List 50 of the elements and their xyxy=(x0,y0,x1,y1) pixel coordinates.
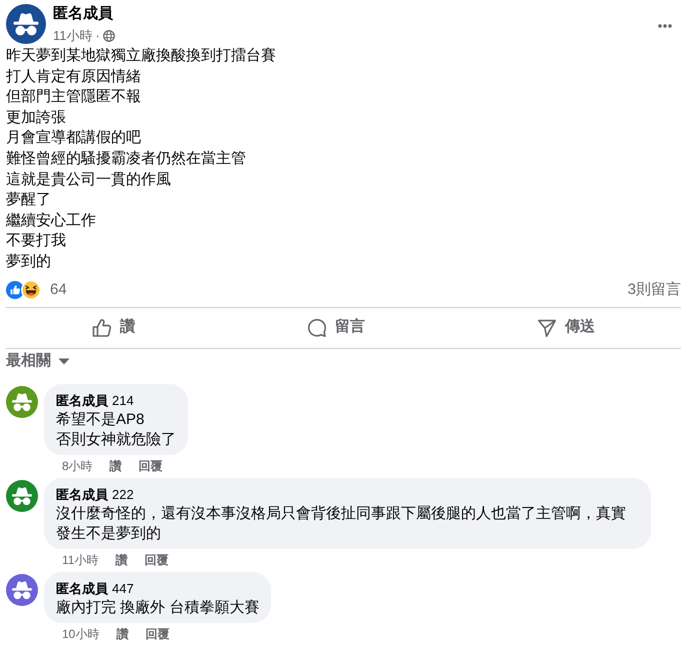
comment-text: 廠內打完 換廠外 台積拳願大賽 xyxy=(56,598,260,618)
avatar-icon[interactable] xyxy=(6,480,38,512)
like-link[interactable]: 讚 xyxy=(110,458,122,474)
comment-text: 否則女神就危險了 xyxy=(56,430,176,450)
comment-time[interactable]: 10小時 xyxy=(62,626,100,642)
like-link[interactable]: 讚 xyxy=(116,626,128,642)
post-text-line: 更加誇張 xyxy=(6,108,66,128)
more-icon xyxy=(658,24,672,28)
post-text-line: 難怪曾經的騷擾霸凌者仍然在當主管 xyxy=(6,148,246,169)
post-text-line: 但部門主管隱匿不報 xyxy=(6,87,141,108)
avatar-icon[interactable] xyxy=(6,386,38,418)
post-text-line: 這就是貴公司一貫的作風 xyxy=(6,170,171,190)
caret-icon xyxy=(58,358,70,366)
member-number: 447 xyxy=(112,580,134,596)
post-text-line: 繼續安心工作 xyxy=(6,210,96,231)
comment-text: 沒什麼奇怪的，還有沒本事沒格局只會背後扯同事跟下屬後腿的人也當了主管啊，真實發生不是夢到的 xyxy=(56,504,627,544)
member-number: 214 xyxy=(112,392,134,408)
like-button[interactable]: 讚 xyxy=(84,310,143,345)
post-time[interactable]: 11小時 xyxy=(53,28,92,44)
post-text-line: 不要打我 xyxy=(6,231,66,252)
share-button[interactable]: 傳送 xyxy=(529,310,603,345)
member-number: 222 xyxy=(112,486,134,502)
comment-author[interactable]: 匿名成員 xyxy=(56,486,108,502)
comment-count[interactable]: 3則留言 xyxy=(628,280,681,300)
comment-button[interactable]: 留言 xyxy=(299,310,373,345)
separator-dot: · xyxy=(96,28,100,44)
like-link[interactable]: 讚 xyxy=(115,552,128,568)
reply-link[interactable]: 回覆 xyxy=(144,552,168,568)
reply-link[interactable]: 回覆 xyxy=(145,626,170,642)
avatar-icon[interactable] xyxy=(6,574,38,606)
post-text-line: 夢醒了 xyxy=(6,190,51,210)
globe-icon xyxy=(102,30,115,42)
comment-author[interactable]: 匿名成員 xyxy=(56,392,108,408)
post-text-line: 夢到的 xyxy=(6,252,51,272)
comment-time[interactable]: 11小時 xyxy=(62,552,98,568)
send-icon xyxy=(537,318,557,338)
laughing-reaction-icon xyxy=(21,280,41,300)
avatar-icon[interactable] xyxy=(6,4,46,44)
reply-link[interactable]: 回覆 xyxy=(138,458,163,474)
comment-author[interactable]: 匿名成員 xyxy=(56,580,108,596)
sort-dropdown[interactable]: 最相關 xyxy=(6,352,70,372)
speech-bubble-icon xyxy=(307,318,327,338)
post-text-line: 打人肯定有原因情緒 xyxy=(6,66,141,87)
post-text-line: 昨天夢到某地獄獨立廠換酸換到打擂台賽 xyxy=(6,46,276,66)
thumbs-up-icon xyxy=(92,318,112,338)
comment-time[interactable]: 8小時 xyxy=(62,458,93,474)
author-name[interactable]: 匿名成員 xyxy=(53,5,113,22)
comment-text: 希望不是AP8 xyxy=(56,410,146,430)
post-text-line: 月會宣導都講假的吧 xyxy=(6,128,141,148)
reaction-count[interactable]: 64 xyxy=(50,280,67,300)
